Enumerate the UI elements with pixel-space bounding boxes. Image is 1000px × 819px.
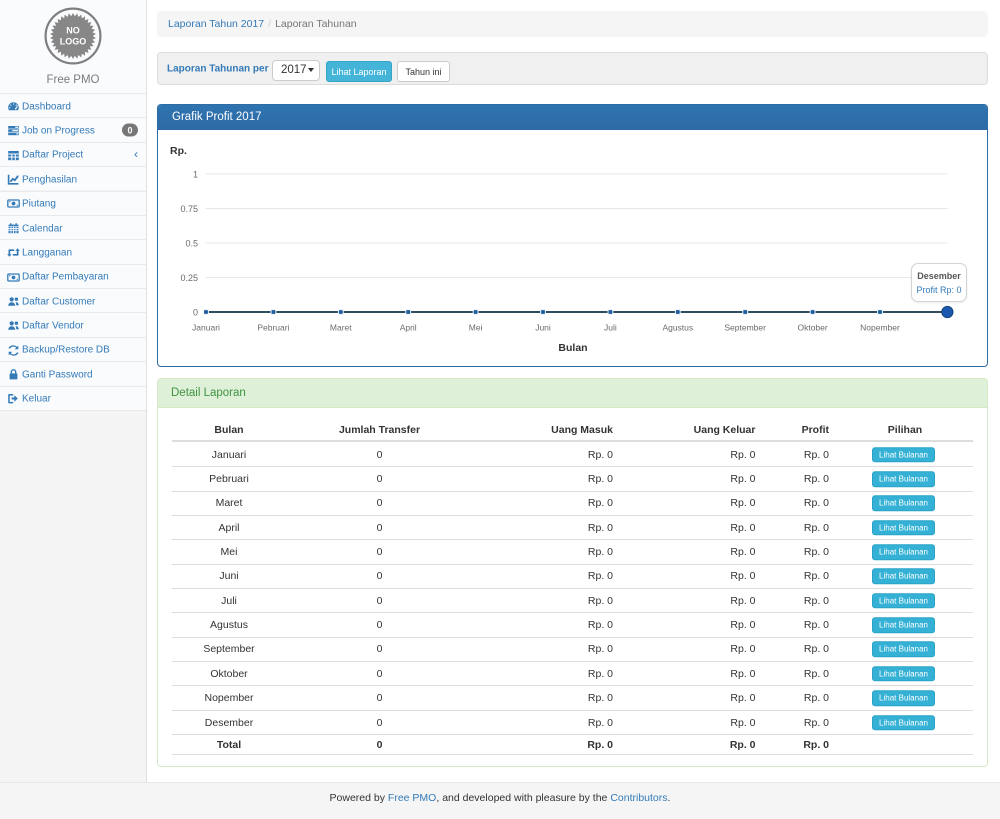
svg-text:0.5: 0.5 bbox=[185, 238, 198, 248]
svg-text:Nopember: Nopember bbox=[860, 322, 900, 332]
svg-text:April: April bbox=[400, 322, 417, 332]
svg-text:Pebruari: Pebruari bbox=[257, 322, 289, 332]
svg-text:0.75: 0.75 bbox=[180, 204, 198, 214]
svg-text:Mei: Mei bbox=[469, 322, 483, 332]
svg-text:Juli: Juli bbox=[604, 322, 617, 332]
svg-text:LOGO: LOGO bbox=[60, 37, 87, 47]
svg-text:1: 1 bbox=[193, 169, 198, 179]
svg-text:Januari: Januari bbox=[192, 322, 220, 332]
svg-text:NO: NO bbox=[66, 26, 80, 36]
svg-text:September: September bbox=[724, 322, 766, 332]
svg-text:Oktober: Oktober bbox=[797, 322, 827, 332]
svg-text:Agustus: Agustus bbox=[662, 322, 693, 332]
svg-text:0.25: 0.25 bbox=[180, 273, 198, 283]
svg-text:Bulan: Bulan bbox=[558, 342, 587, 354]
svg-text:Maret: Maret bbox=[330, 322, 352, 332]
svg-text:0: 0 bbox=[193, 307, 198, 317]
svg-text:Juni: Juni bbox=[535, 322, 551, 332]
